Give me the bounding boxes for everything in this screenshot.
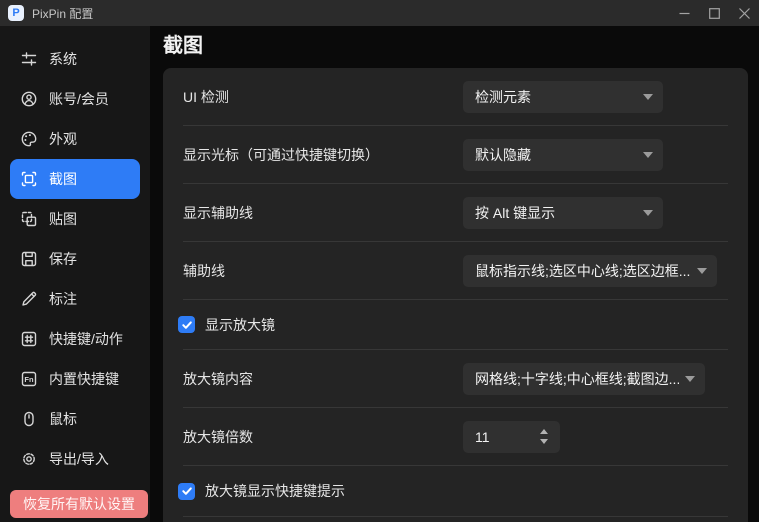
sidebar-item-label: 内置快捷键	[49, 369, 119, 389]
account-icon	[20, 90, 38, 108]
close-button[interactable]	[729, 0, 759, 26]
setting-label: UI 检测	[183, 87, 463, 107]
sidebar-item-label: 保存	[49, 249, 77, 269]
pencil-icon	[20, 290, 38, 308]
minimize-icon	[679, 8, 690, 19]
sidebar-item-save[interactable]: 保存	[10, 239, 140, 279]
dropdown-value: 鼠标指示线;选区中心线;选区边框...	[475, 261, 690, 281]
sidebar-item-pin-image[interactable]: 贴图	[10, 199, 140, 239]
sidebar-item-export-import[interactable]: 导出/导入	[10, 439, 140, 479]
sidebar-item-label: 账号/会员	[49, 89, 109, 109]
setting-row-ui-detect: UI 检测 检测元素	[183, 68, 728, 126]
page-title: 截图	[163, 32, 748, 60]
window-title: PixPin 配置	[32, 5, 93, 22]
dropdown-value: 按 Alt 键显示	[475, 203, 555, 223]
chevron-down-icon	[697, 268, 707, 274]
palette-icon	[20, 130, 38, 148]
sidebar-item-label: 贴图	[49, 209, 77, 229]
chevron-down-icon	[643, 94, 653, 100]
setting-label: 放大镜内容	[183, 369, 463, 389]
save-icon	[20, 250, 38, 268]
dropdown-value: 默认隐藏	[475, 145, 531, 165]
maximize-button[interactable]	[699, 0, 729, 26]
close-icon	[739, 8, 750, 19]
sidebar-item-label: 鼠标	[49, 409, 77, 429]
chevron-down-icon	[685, 376, 695, 382]
sidebar-item-appearance[interactable]: 外观	[10, 119, 140, 159]
sidebar-item-label: 快捷键/动作	[49, 329, 123, 349]
setting-row-guides: 辅助线 鼠标指示线;选区中心线;选区边框...	[183, 242, 728, 300]
sidebar-item-label: 截图	[49, 169, 77, 189]
settings-panel: UI 检测 检测元素 显示光标（可通过快捷键切换） 默认隐藏 显示辅助线	[163, 68, 748, 522]
sidebar-item-account[interactable]: 账号/会员	[10, 79, 140, 119]
minimize-button[interactable]	[669, 0, 699, 26]
sidebar-item-label: 系统	[49, 49, 77, 69]
spin-up-icon[interactable]	[540, 429, 548, 434]
sidebar-item-label: 导出/导入	[49, 449, 109, 469]
sidebar-item-system[interactable]: 系统	[10, 39, 140, 79]
tune-icon	[20, 50, 38, 68]
setting-row-magnifier-hotkey-tip: 放大镜显示快捷键提示	[183, 466, 728, 517]
sidebar-item-label: 标注	[49, 289, 77, 309]
spinner-value: 11	[475, 429, 490, 445]
magnifier-content-dropdown[interactable]: 网格线;十字线;中心框线;截图边...	[463, 363, 705, 395]
chevron-down-icon	[643, 210, 653, 216]
hotkey-icon	[20, 330, 38, 348]
restore-defaults-button[interactable]: 恢复所有默认设置	[10, 490, 148, 518]
sidebar-item-mouse[interactable]: 鼠标	[10, 399, 140, 439]
setting-label: 显示光标（可通过快捷键切换）	[183, 145, 463, 165]
dropdown-value: 检测元素	[475, 87, 531, 107]
fn-key-icon: Fn	[20, 370, 38, 388]
pixpin-logo-icon: P	[8, 5, 24, 21]
show-guides-dropdown[interactable]: 按 Alt 键显示	[463, 197, 663, 229]
maximize-icon	[709, 8, 720, 19]
mouse-icon	[20, 410, 38, 428]
dropdown-value: 网格线;十字线;中心框线;截图边...	[475, 369, 679, 389]
pin-image-icon	[20, 210, 38, 228]
svg-text:Fn: Fn	[24, 375, 34, 384]
checkbox-label: 放大镜显示快捷键提示	[205, 481, 345, 501]
sidebar: 系统 账号/会员 外观 截图 贴图 保存	[0, 26, 150, 522]
setting-label: 显示辅助线	[183, 203, 463, 223]
pixpin-config-window: P PixPin 配置 系统 账号/会员	[0, 0, 759, 522]
window-controls	[669, 0, 759, 26]
window-content: 系统 账号/会员 外观 截图 贴图 保存	[0, 26, 759, 522]
setting-row-show-guides: 显示辅助线 按 Alt 键显示	[183, 184, 728, 242]
magnifier-zoom-input[interactable]: 11	[463, 421, 560, 453]
titlebar: P PixPin 配置	[0, 0, 759, 26]
setting-row-show-cursor: 显示光标（可通过快捷键切换） 默认隐藏	[183, 126, 728, 184]
checkbox-label: 显示放大镜	[205, 315, 275, 335]
sidebar-item-annotate[interactable]: 标注	[10, 279, 140, 319]
spin-down-icon[interactable]	[540, 439, 548, 444]
spinner-arrows	[540, 421, 548, 453]
gear-icon	[20, 450, 38, 468]
main-area: 截图 UI 检测 检测元素 显示光标（可通过快捷键切换） 默认隐藏	[150, 26, 759, 522]
guides-dropdown[interactable]: 鼠标指示线;选区中心线;选区边框...	[463, 255, 717, 287]
sidebar-item-hotkeys[interactable]: 快捷键/动作	[10, 319, 140, 359]
sidebar-item-screenshot[interactable]: 截图	[10, 159, 140, 199]
setting-label: 辅助线	[183, 261, 463, 281]
setting-row-show-magnifier: 显示放大镜	[183, 300, 728, 350]
setting-row-magnifier-content: 放大镜内容 网格线;十字线;中心框线;截图边...	[183, 350, 728, 408]
setting-row-magnifier-zoom: 放大镜倍数 11	[183, 408, 728, 466]
magnifier-hotkey-tip-checkbox[interactable]	[178, 483, 195, 500]
checkmark-icon	[181, 319, 193, 331]
sidebar-item-builtin-hotkeys[interactable]: Fn 内置快捷键	[10, 359, 140, 399]
ui-detect-dropdown[interactable]: 检测元素	[463, 81, 663, 113]
screenshot-icon	[20, 170, 38, 188]
show-cursor-dropdown[interactable]: 默认隐藏	[463, 139, 663, 171]
chevron-down-icon	[643, 152, 653, 158]
show-magnifier-checkbox[interactable]	[178, 316, 195, 333]
checkmark-icon	[181, 485, 193, 497]
setting-label: 放大镜倍数	[183, 427, 463, 447]
sidebar-item-label: 外观	[49, 129, 77, 149]
